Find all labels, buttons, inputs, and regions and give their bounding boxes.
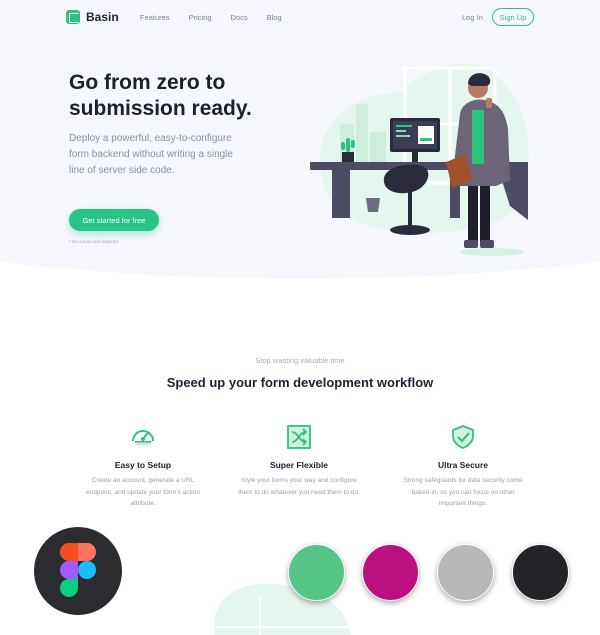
- hero-subtitle: Deploy a powerful, easy-to-configure for…: [69, 133, 233, 176]
- feature-title: Super Flexible: [269, 460, 329, 470]
- login-link[interactable]: Log In: [462, 13, 483, 22]
- section-eyebrow: Stop wasting valuable time: [255, 356, 345, 365]
- feature-description: Strong safeguards for data security come…: [403, 477, 523, 507]
- feature-title: Easy to Setup: [114, 460, 172, 470]
- hero-illustration: [310, 63, 529, 256]
- figma-badge: [34, 527, 122, 615]
- color-swatch-green[interactable]: [288, 544, 345, 601]
- nav-links: Features Pricing Docs Blog: [140, 13, 301, 22]
- feature-card-super-flexible: Super Flexible Style your forms your way…: [234, 424, 364, 498]
- color-swatch-magenta[interactable]: [362, 544, 419, 601]
- speedometer-icon: [132, 430, 154, 446]
- basin-logo-icon: [66, 10, 80, 24]
- figma-icon: [60, 543, 96, 597]
- color-swatch-black[interactable]: [512, 544, 569, 601]
- color-swatch-gray[interactable]: [437, 544, 494, 601]
- feature-title: Ultra Secure: [437, 460, 489, 470]
- feature-card-easy-setup: Easy to Setup Create an account, generat…: [78, 424, 208, 510]
- signup-button[interactable]: Sign Up: [492, 8, 534, 26]
- shuffle-icon: [287, 425, 311, 449]
- brand-logo[interactable]: Basin: [66, 10, 119, 24]
- no-credit-card-note: * No credit card required: [69, 239, 118, 244]
- nav-link-blog[interactable]: Blog: [267, 13, 282, 22]
- feature-description: Create an account, generate a URL endpoi…: [86, 477, 200, 507]
- nav-link-docs[interactable]: Docs: [231, 13, 248, 22]
- feature-description: Style your forms your way and configure …: [238, 477, 360, 496]
- get-started-button[interactable]: Get started for free: [69, 209, 159, 231]
- brand-name: Basin: [86, 10, 119, 24]
- top-navigation: Basin Features Pricing Docs Blog Log In …: [0, 0, 600, 36]
- nav-link-pricing[interactable]: Pricing: [189, 13, 212, 22]
- shield-check-icon: [452, 425, 474, 449]
- nav-link-features[interactable]: Features: [140, 13, 170, 22]
- hero-title: Go from zero to submission ready.: [69, 71, 252, 120]
- section-title: Speed up your form development workflow: [166, 375, 434, 390]
- feature-card-ultra-secure: Ultra Secure Strong safeguards for data …: [398, 424, 528, 510]
